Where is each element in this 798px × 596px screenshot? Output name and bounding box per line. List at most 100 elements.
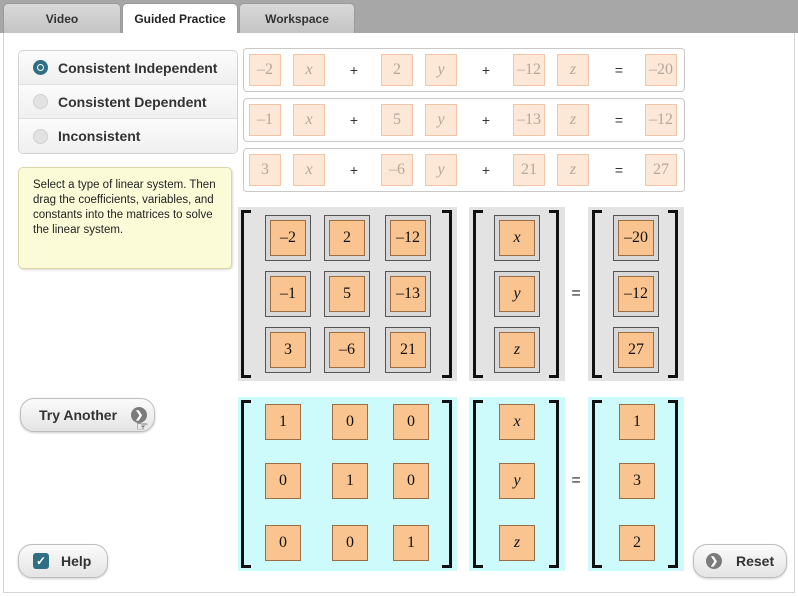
coefficient-tile[interactable]: 21 [513, 154, 545, 186]
coefficient-tile[interactable]: –2 [249, 54, 281, 86]
left-bracket [241, 400, 251, 568]
left-bracket [241, 210, 251, 378]
solution-number: 1 [619, 404, 655, 440]
identity-entry: 0 [264, 524, 302, 562]
matrix-slot[interactable]: –12 [613, 271, 659, 317]
identity-value: 0 [332, 525, 368, 561]
coefficient-tile[interactable]: –1 [249, 104, 281, 136]
identity-entry: 1 [392, 524, 430, 562]
identity-entry: 1 [264, 403, 302, 441]
variable-tile[interactable]: x [293, 54, 325, 86]
plus-sign: + [481, 112, 491, 128]
left-bracket [473, 400, 483, 568]
reset-button[interactable]: ❯ Reset [693, 544, 787, 578]
variable-tile[interactable]: y [499, 276, 535, 312]
constant-tile[interactable]: –20 [645, 54, 677, 86]
reset-label: Reset [736, 553, 775, 569]
matrix-slot[interactable]: –2 [265, 215, 311, 261]
solution-value: 1 [618, 403, 656, 441]
radio-icon[interactable] [33, 128, 48, 144]
identity-value: 0 [393, 463, 429, 499]
left-bracket [592, 400, 602, 568]
radio-selected-icon[interactable] [33, 60, 48, 75]
plus-sign: + [481, 162, 491, 178]
coefficient-tile[interactable]: –6 [329, 332, 365, 368]
radio-icon[interactable] [33, 94, 48, 109]
solution-number: 3 [619, 463, 655, 499]
variable-tile[interactable]: x [293, 104, 325, 136]
variable-value: y [499, 463, 535, 499]
equals-sign: = [571, 472, 581, 489]
identity-entry: 0 [331, 524, 369, 562]
right-bracket [549, 400, 559, 568]
matrix-slot[interactable]: –1 [265, 271, 311, 317]
tab-workspace[interactable]: Workspace [239, 3, 355, 33]
identity-value: 1 [265, 404, 301, 440]
coefficient-tile[interactable]: 2 [329, 220, 365, 256]
check-icon[interactable]: ✓ [33, 553, 49, 569]
matrix-slot[interactable]: –6 [324, 327, 370, 373]
matrix-slot[interactable]: y [494, 271, 540, 317]
coefficient-tile[interactable]: 2 [381, 54, 413, 86]
coefficient-tile[interactable]: –13 [513, 104, 545, 136]
coefficient-tile[interactable]: –2 [270, 220, 306, 256]
coefficient-tile[interactable]: 5 [329, 276, 365, 312]
tab-guided-practice[interactable]: Guided Practice [122, 3, 238, 34]
variable-value: x [499, 404, 535, 440]
matrix-slot[interactable]: 21 [385, 327, 431, 373]
variable-tile[interactable]: z [499, 332, 535, 368]
coefficient-tile[interactable]: –1 [270, 276, 306, 312]
coefficient-tile[interactable]: –12 [513, 54, 545, 86]
variable-tile[interactable]: y [425, 154, 457, 186]
constant-tile[interactable]: –20 [618, 220, 654, 256]
variable-value: z [499, 525, 535, 561]
variable-tile[interactable]: z [557, 54, 589, 86]
coefficient-tile[interactable]: 3 [270, 332, 306, 368]
hand-pointer-icon: ☞ [136, 418, 149, 434]
variable-tile[interactable]: z [557, 104, 589, 136]
right-bracket [442, 400, 452, 568]
option-inconsistent[interactable]: Inconsistent [19, 119, 237, 153]
matrix-slot[interactable]: –13 [385, 271, 431, 317]
constant-tile[interactable]: 27 [645, 154, 677, 186]
coefficient-tile[interactable]: 21 [390, 332, 426, 368]
left-bracket [592, 210, 602, 378]
equation-row: –2 x + 2 y + –12 z = –20 [243, 48, 685, 92]
coefficient-tile[interactable]: –12 [390, 220, 426, 256]
identity-entry: 0 [392, 403, 430, 441]
right-bracket [549, 210, 559, 378]
equation-row: –1 x + 5 y + –13 z = –12 [243, 98, 685, 142]
constant-tile[interactable]: –12 [645, 104, 677, 136]
equals-sign: = [571, 285, 581, 302]
tab-video[interactable]: Video [3, 3, 121, 33]
right-bracket [668, 400, 678, 568]
variable-tile[interactable]: x [293, 154, 325, 186]
variable-vector-panel: x y z [469, 207, 565, 381]
matrix-slot[interactable]: –12 [385, 215, 431, 261]
constant-tile[interactable]: –12 [618, 276, 654, 312]
try-another-button[interactable]: Try Another ❯ [20, 398, 155, 432]
variable-tile[interactable]: y [425, 104, 457, 136]
matrix-slot[interactable]: –20 [613, 215, 659, 261]
option-label: Consistent Independent [58, 59, 218, 76]
variable-tile[interactable]: x [499, 220, 535, 256]
option-consistent-independent[interactable]: Consistent Independent [19, 51, 237, 85]
matrix-slot[interactable]: 3 [265, 327, 311, 373]
help-button[interactable]: ✓ Help [18, 544, 108, 578]
option-consistent-dependent[interactable]: Consistent Dependent [19, 85, 237, 119]
matrix-slot[interactable]: 2 [324, 215, 370, 261]
coefficient-tile[interactable]: –13 [390, 276, 426, 312]
solution-value: 2 [618, 524, 656, 562]
variable-tile[interactable]: y [425, 54, 457, 86]
matrix-slot[interactable]: x [494, 215, 540, 261]
matrix-slot[interactable]: z [494, 327, 540, 373]
coefficient-tile[interactable]: 3 [249, 154, 281, 186]
matrix-slot[interactable]: 5 [324, 271, 370, 317]
matrix-slot[interactable]: 27 [613, 327, 659, 373]
coefficient-tile[interactable]: 5 [381, 104, 413, 136]
constant-tile[interactable]: 27 [618, 332, 654, 368]
variable-tile[interactable]: z [557, 154, 589, 186]
coefficient-tile[interactable]: –6 [381, 154, 413, 186]
identity-entry: 0 [264, 462, 302, 500]
identity-value: 1 [332, 463, 368, 499]
